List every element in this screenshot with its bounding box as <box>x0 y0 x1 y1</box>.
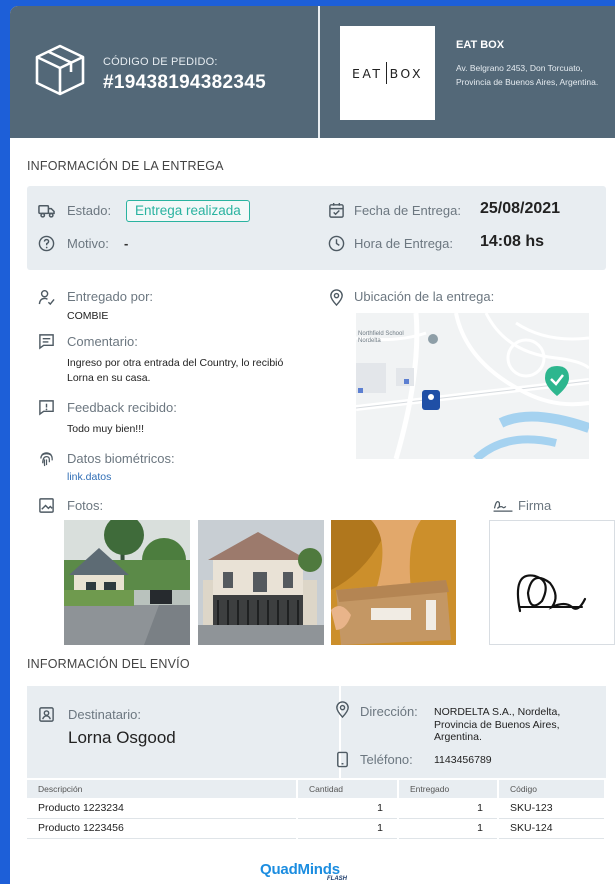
image-icon <box>39 498 54 513</box>
cell-code: SKU-124 <box>498 818 606 839</box>
clock-icon <box>328 235 345 252</box>
feedback-alert-icon <box>39 400 54 416</box>
truck-icon <box>38 205 55 218</box>
delivery-photo-3[interactable] <box>331 520 456 645</box>
delivery-time-label: Hora de Entrega: <box>354 236 454 251</box>
delivery-summary-panel <box>27 186 606 270</box>
contact-card-icon <box>39 707 54 722</box>
biometric-link[interactable]: link.datos <box>67 471 111 483</box>
location-label: Ubicación de la entrega: <box>354 289 495 304</box>
column-delivered: Entregado <box>398 780 499 798</box>
comment-label: Comentario: <box>67 334 138 349</box>
biometric-label: Datos biométricos: <box>67 451 175 466</box>
address-label: Dirección: <box>360 704 418 719</box>
cell-quantity: 1 <box>297 818 399 839</box>
calendar-check-icon <box>329 202 344 218</box>
user-check-icon <box>38 289 55 306</box>
business-address: Av. Belgrano 2453, Don Torcuato, Provinc… <box>456 63 599 87</box>
delivery-time-value: 14:08 hs <box>480 233 545 250</box>
cell-description: Producto 1223456 <box>27 818 298 839</box>
package-icon <box>35 44 85 96</box>
table-row: Producto 1223456 1 1 SKU-124 <box>27 818 606 839</box>
shipping-section-title: INFORMACIÓN DEL ENVÍO <box>27 657 190 671</box>
cell-delivered: 1 <box>398 798 499 819</box>
cell-code: SKU-123 <box>498 798 606 819</box>
products-table-header: Descripción Cantidad Entregado Código <box>27 780 606 798</box>
column-description: Descripción <box>27 780 298 798</box>
signature-image <box>489 520 615 645</box>
signature-icon <box>493 500 513 512</box>
delivery-date-label: Fecha de Entrega: <box>354 203 461 218</box>
cell-quantity: 1 <box>297 798 399 819</box>
status-badge: Entrega realizada <box>126 200 250 222</box>
feedback-label: Feedback recibido: <box>67 400 177 415</box>
recipient-name: Lorna Osgood <box>68 728 176 747</box>
cell-delivered: 1 <box>398 818 499 839</box>
delivered-by-label: Entregado por: <box>67 289 154 304</box>
delivery-photo-2[interactable] <box>198 520 324 645</box>
signature-label: Firma <box>518 498 552 513</box>
column-code: Código <box>498 780 606 798</box>
delivered-by-value: COMBIE <box>67 310 109 322</box>
address-pin-icon <box>336 701 349 718</box>
status-label: Estado: <box>67 203 112 218</box>
map-poi-label: Northfield School Nordelta <box>358 331 404 344</box>
order-code-label: CÓDIGO DE PEDIDO: <box>103 56 218 68</box>
address-value: NORDELTA S.A., Nordelta, Provincia de Bu… <box>434 706 561 743</box>
reason-label: Motivo: <box>67 236 109 251</box>
photos-label: Fotos: <box>67 498 104 513</box>
phone-label: Teléfono: <box>360 752 413 767</box>
delivery-date-value: 25/08/2021 <box>480 200 561 217</box>
phone-icon <box>337 751 348 768</box>
products-table: Descripción Cantidad Entregado Código Pr… <box>27 780 606 839</box>
quadminds-sub-logo: FLASH <box>327 876 347 882</box>
business-name: EAT BOX <box>456 39 505 51</box>
feedback-value: Todo muy bien!!! <box>67 423 145 435</box>
order-code: #19438194382345 <box>103 72 267 93</box>
location-pin-icon <box>330 289 343 306</box>
fingerprint-icon <box>40 452 53 467</box>
receipt-header: CÓDIGO DE PEDIDO: #19438194382345 EAT BOX… <box>10 6 615 138</box>
delivery-location-map[interactable]: Northfield School Nordelta <box>356 313 589 459</box>
delivery-photo-1[interactable] <box>64 520 190 645</box>
column-quantity: Cantidad <box>297 780 399 798</box>
delivery-section-title: INFORMACIÓN DE LA ENTREGA <box>27 159 224 173</box>
reason-value: - <box>124 236 129 251</box>
delivery-receipt-card: CÓDIGO DE PEDIDO: #19438194382345 EAT BOX… <box>10 6 615 884</box>
help-circle-icon <box>38 235 55 252</box>
cell-description: Producto 1223234 <box>27 798 298 819</box>
business-logo: EAT BOX <box>340 26 435 120</box>
table-row: Producto 1223234 1 1 SKU-123 <box>27 798 606 819</box>
header-divider <box>318 6 320 138</box>
comment-icon <box>39 334 54 350</box>
comment-value: Ingreso por otra entrada del Country, lo… <box>67 357 284 384</box>
recipient-label: Destinatario: <box>68 707 141 722</box>
phone-value: 1143456789 <box>434 754 492 766</box>
